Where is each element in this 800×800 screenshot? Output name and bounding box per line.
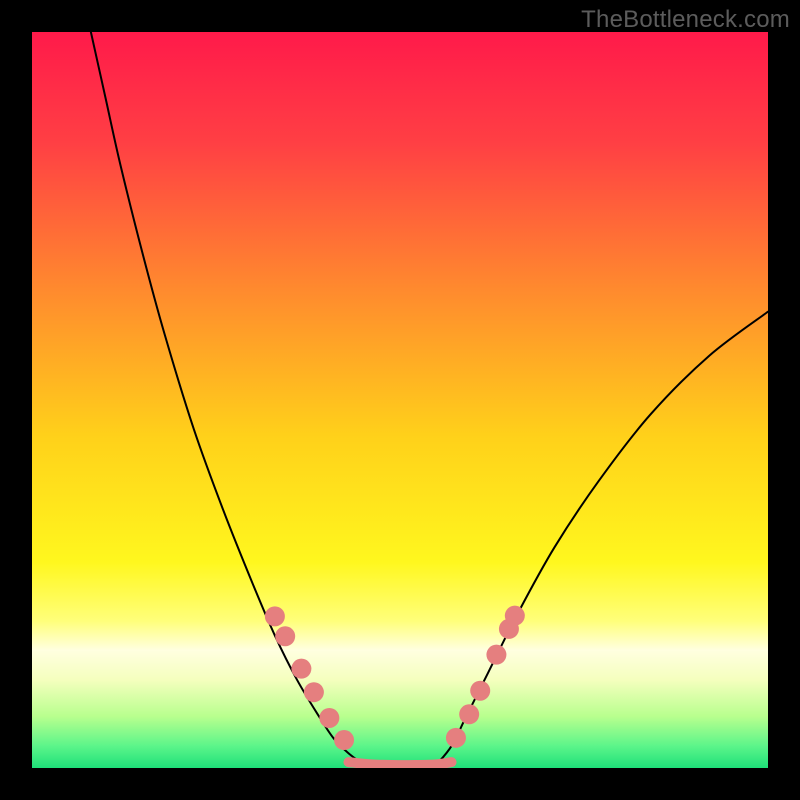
marker-left-beads-3 — [304, 682, 324, 702]
marker-right-beads-5 — [505, 606, 525, 626]
watermark-label: TheBottleneck.com — [581, 6, 790, 34]
series-valley-band — [348, 762, 451, 765]
marker-right-beads-3 — [486, 645, 506, 665]
marker-left-beads-2 — [291, 659, 311, 679]
marker-left-beads-5 — [334, 730, 354, 750]
marker-left-beads-4 — [319, 708, 339, 728]
marker-right-beads-0 — [446, 728, 466, 748]
bottleneck-curve-chart — [32, 32, 768, 768]
plot-area — [32, 32, 768, 768]
marker-right-beads-1 — [459, 704, 479, 724]
marker-left-beads-1 — [275, 626, 295, 646]
marker-right-beads-2 — [470, 681, 490, 701]
gradient-background — [32, 32, 768, 768]
marker-left-beads-0 — [265, 606, 285, 626]
chart-frame: TheBottleneck.com — [0, 0, 800, 800]
